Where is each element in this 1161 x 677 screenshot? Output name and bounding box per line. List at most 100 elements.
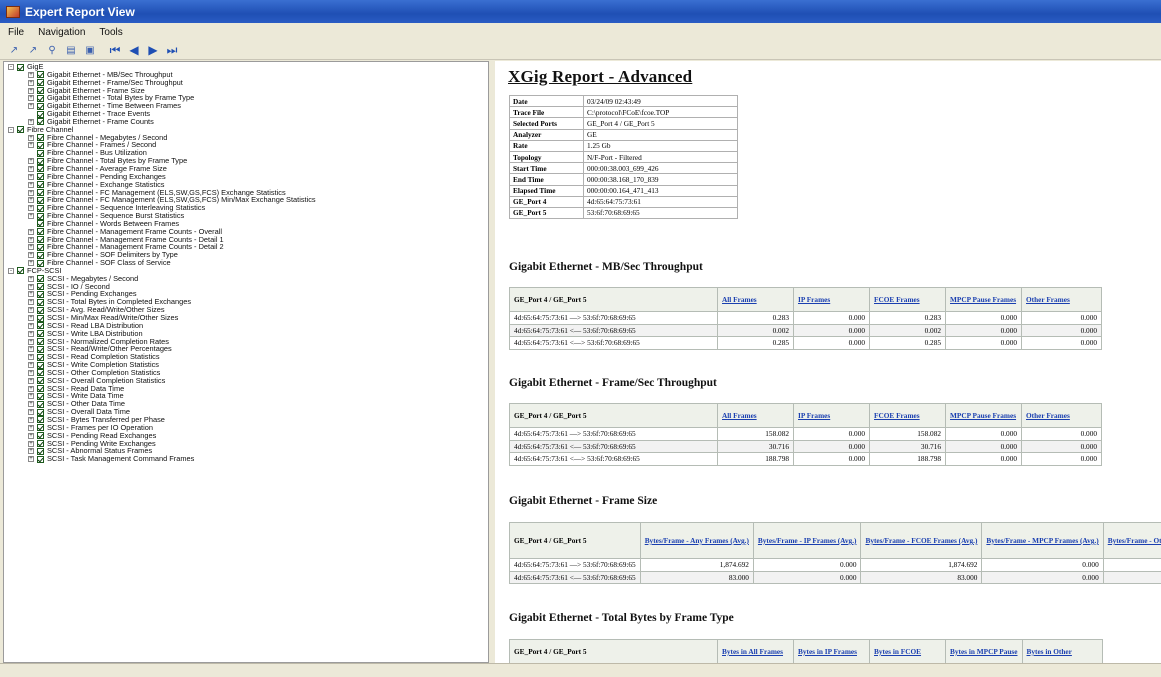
tree-checkbox[interactable]: [37, 369, 44, 377]
expand-toggle-icon[interactable]: +: [28, 189, 34, 196]
tree-checkbox[interactable]: [37, 173, 44, 181]
tree-item[interactable]: + Gigabit Ethernet - Frame Counts: [4, 118, 488, 126]
expand-toggle-icon[interactable]: +: [28, 440, 34, 447]
expand-toggle-icon[interactable]: +: [28, 228, 34, 235]
tree-checkbox[interactable]: [37, 400, 44, 408]
column-header-link[interactable]: Bytes/Frame - Any Frames (Avg.): [639, 522, 754, 559]
menu-file[interactable]: File: [8, 27, 24, 38]
column-header-link[interactable]: All Frames: [717, 403, 794, 428]
column-header-link[interactable]: MPCP Pause Frames: [945, 287, 1022, 312]
tree-checkbox[interactable]: [37, 392, 44, 400]
tree-checkbox[interactable]: [37, 275, 44, 283]
tree-checkbox[interactable]: [37, 87, 44, 95]
column-header-link[interactable]: Bytes in IP Frames: [793, 639, 870, 663]
expand-toggle-icon[interactable]: +: [28, 456, 34, 463]
tree-checkbox[interactable]: [17, 63, 24, 71]
expand-toggle-icon[interactable]: +: [28, 432, 34, 439]
tree-checkbox[interactable]: [37, 283, 44, 291]
expand-toggle-icon[interactable]: +: [28, 165, 34, 172]
tree-checkbox[interactable]: [37, 228, 44, 236]
expand-toggle-icon[interactable]: +: [28, 158, 34, 165]
expand-toggle-icon[interactable]: +: [28, 142, 34, 149]
expand-icon[interactable]: ↗: [6, 43, 22, 57]
expand-toggle-icon[interactable]: +: [28, 118, 34, 125]
expand-toggle-icon[interactable]: +: [28, 424, 34, 431]
first-icon[interactable]: ⏮: [107, 43, 123, 57]
column-header-link[interactable]: MPCP Pause Frames: [945, 403, 1022, 428]
tree-checkbox[interactable]: [37, 314, 44, 322]
tree-checkbox[interactable]: [37, 204, 44, 212]
expand-toggle-icon[interactable]: +: [28, 95, 34, 102]
tree-checkbox[interactable]: [37, 243, 44, 251]
expand-toggle-icon[interactable]: +: [28, 197, 34, 204]
expand-toggle-icon[interactable]: +: [28, 369, 34, 376]
tree-checkbox[interactable]: [37, 440, 44, 447]
expand-toggle-icon[interactable]: +: [28, 307, 34, 314]
search-icon[interactable]: ⚲: [44, 43, 60, 57]
column-header-link[interactable]: IP Frames: [793, 287, 870, 312]
tree-item[interactable]: + Fibre Channel - SOF Class of Service: [4, 259, 488, 267]
column-header-link[interactable]: Bytes/Frame - FCOE Frames (Avg.): [860, 522, 983, 559]
last-icon[interactable]: ⏭: [164, 43, 180, 57]
menu-navigation[interactable]: Navigation: [38, 27, 85, 38]
expand-toggle-icon[interactable]: +: [28, 134, 34, 141]
column-header-link[interactable]: FCOE Frames: [869, 287, 946, 312]
expand-toggle-icon[interactable]: +: [28, 322, 34, 329]
tree-checkbox[interactable]: [37, 322, 44, 330]
tree-checkbox[interactable]: [37, 361, 44, 369]
expand-toggle-icon[interactable]: +: [28, 330, 34, 337]
expand-toggle-icon[interactable]: +: [28, 385, 34, 392]
tree-checkbox[interactable]: [37, 377, 44, 385]
tree-checkbox[interactable]: [37, 110, 44, 118]
tree-checkbox[interactable]: [37, 220, 44, 228]
tree-checkbox[interactable]: [37, 306, 44, 314]
expand-toggle-icon[interactable]: +: [28, 299, 34, 306]
tree-checkbox[interactable]: [37, 455, 44, 463]
expand-toggle-icon[interactable]: +: [28, 87, 34, 94]
tree-checkbox[interactable]: [37, 385, 44, 393]
tree-checkbox[interactable]: [37, 165, 44, 173]
tree-checkbox[interactable]: [37, 157, 44, 165]
tree-checkbox[interactable]: [37, 141, 44, 149]
column-header-link[interactable]: Bytes/Frame - Other Frames (Avg.): [1102, 522, 1161, 559]
tree-checkbox[interactable]: [37, 447, 44, 455]
tree-checkbox[interactable]: [37, 94, 44, 102]
expand-toggle-icon[interactable]: +: [28, 401, 34, 408]
tree-checkbox[interactable]: [37, 212, 44, 220]
expand-toggle-icon[interactable]: +: [28, 448, 34, 455]
column-header-link[interactable]: Bytes/Frame - MPCP Frames (Avg.): [981, 522, 1104, 559]
column-header-link[interactable]: Other Frames: [1021, 403, 1102, 428]
expand-toggle-icon[interactable]: +: [28, 103, 34, 110]
expand-toggle-icon[interactable]: +: [28, 213, 34, 220]
column-header-link[interactable]: Bytes/Frame - IP Frames (Avg.): [752, 522, 862, 559]
tree-checkbox[interactable]: [37, 353, 44, 361]
expand-toggle-icon[interactable]: +: [28, 275, 34, 282]
expand-toggle-icon[interactable]: +: [28, 236, 34, 243]
column-header-link[interactable]: Bytes in Other: [1021, 639, 1103, 663]
expand-toggle-icon[interactable]: +: [28, 362, 34, 369]
collapse-icon[interactable]: ↗: [25, 43, 41, 57]
column-header-link[interactable]: IP Frames: [793, 403, 870, 428]
tree-checkbox[interactable]: [37, 338, 44, 346]
tree-checkbox[interactable]: [37, 416, 44, 424]
expand-toggle-icon[interactable]: +: [28, 354, 34, 361]
tree-checkbox[interactable]: [37, 298, 44, 306]
column-header-link[interactable]: FCOE Frames: [869, 403, 946, 428]
column-header-link[interactable]: All Frames: [717, 287, 794, 312]
column-header-link[interactable]: Bytes in MPCP Pause: [945, 639, 1023, 663]
expand-toggle-icon[interactable]: +: [28, 338, 34, 345]
expand-toggle-icon[interactable]: +: [28, 315, 34, 321]
expand-toggle-icon[interactable]: +: [28, 409, 34, 416]
expand-toggle-icon[interactable]: +: [28, 71, 34, 78]
tree-checkbox[interactable]: [37, 330, 44, 338]
column-header-link[interactable]: Bytes in All Frames: [717, 639, 794, 663]
tree-checkbox[interactable]: [17, 267, 24, 275]
tree-item[interactable]: + SCSI - Task Management Command Frames: [4, 455, 488, 463]
expand-toggle-icon[interactable]: +: [28, 346, 34, 353]
column-header-link[interactable]: Bytes in FCOE: [869, 639, 946, 663]
tree-checkbox[interactable]: [37, 79, 44, 87]
tree-checkbox[interactable]: [37, 251, 44, 259]
print-icon[interactable]: ▤: [63, 43, 79, 57]
collapse-toggle-icon[interactable]: -: [8, 126, 14, 133]
tree-checkbox[interactable]: [37, 196, 44, 204]
